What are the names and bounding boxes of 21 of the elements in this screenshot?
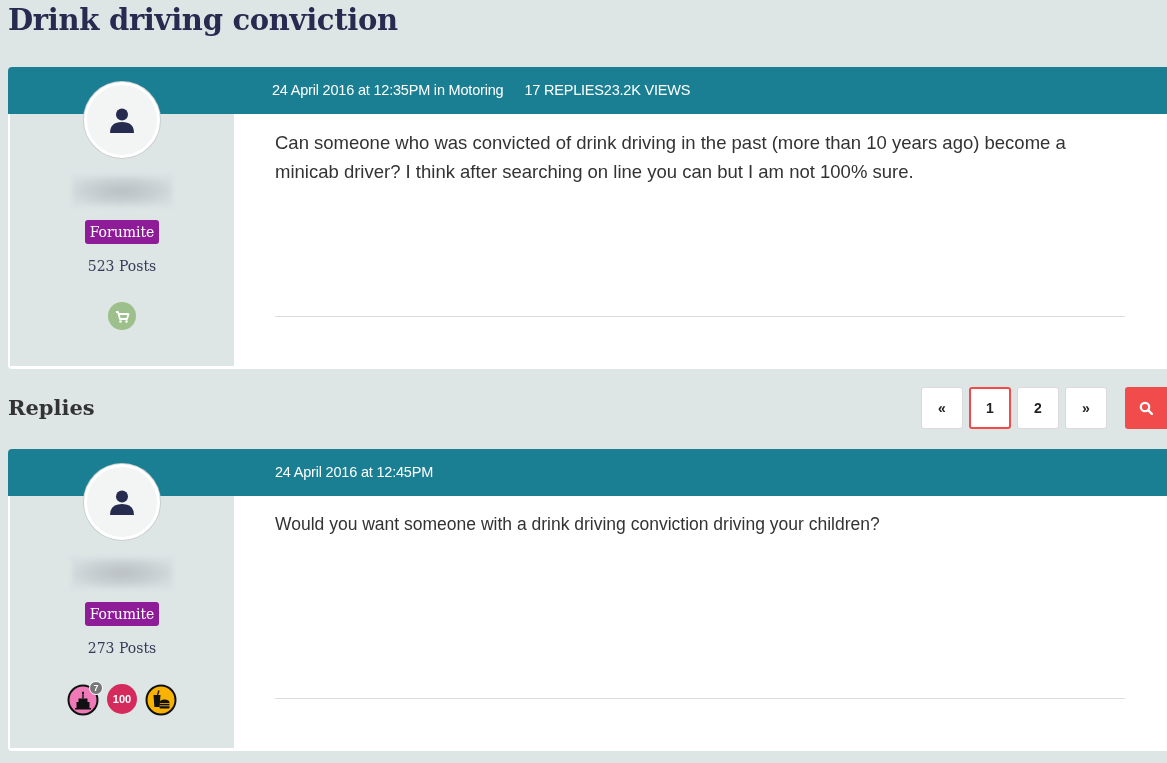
search-button[interactable] [1125,387,1167,429]
rank-label: Forumite [84,602,160,626]
badge-count: 7 [89,681,103,695]
post-meta: 24 April 2016 at 12:45PM [275,462,434,482]
rank-label: Forumite [84,220,160,244]
avatar-person-icon [109,489,135,515]
thread-stats: 17 REPLIES23.2K VIEWS [524,80,691,100]
achievement-badge: 100 [107,684,137,714]
post-count: 523 Posts [87,257,157,276]
page-button[interactable]: 1 [969,387,1011,429]
replies-heading: Replies [8,395,95,421]
page-button[interactable]: » [1065,387,1107,429]
post-count: 273 Posts [87,639,157,658]
thread-title: Drink driving conviction [8,2,399,39]
post-text: Would you want someone with a drink driving conviction driving your children? [275,513,881,536]
page-button[interactable]: « [921,387,963,429]
search-icon [1139,401,1153,415]
post-meta: 24 April 2016 at 12:35PM in Motoring [272,80,504,100]
avatar-person-icon [109,107,135,133]
page-button[interactable]: 2 [1017,387,1059,429]
post-text: Can someone who was convicted of drink driving in the past (more than 10 years ago) become a minicab driver? I think after searching on line you can but I am not 100% sure. [275,131,1067,184]
